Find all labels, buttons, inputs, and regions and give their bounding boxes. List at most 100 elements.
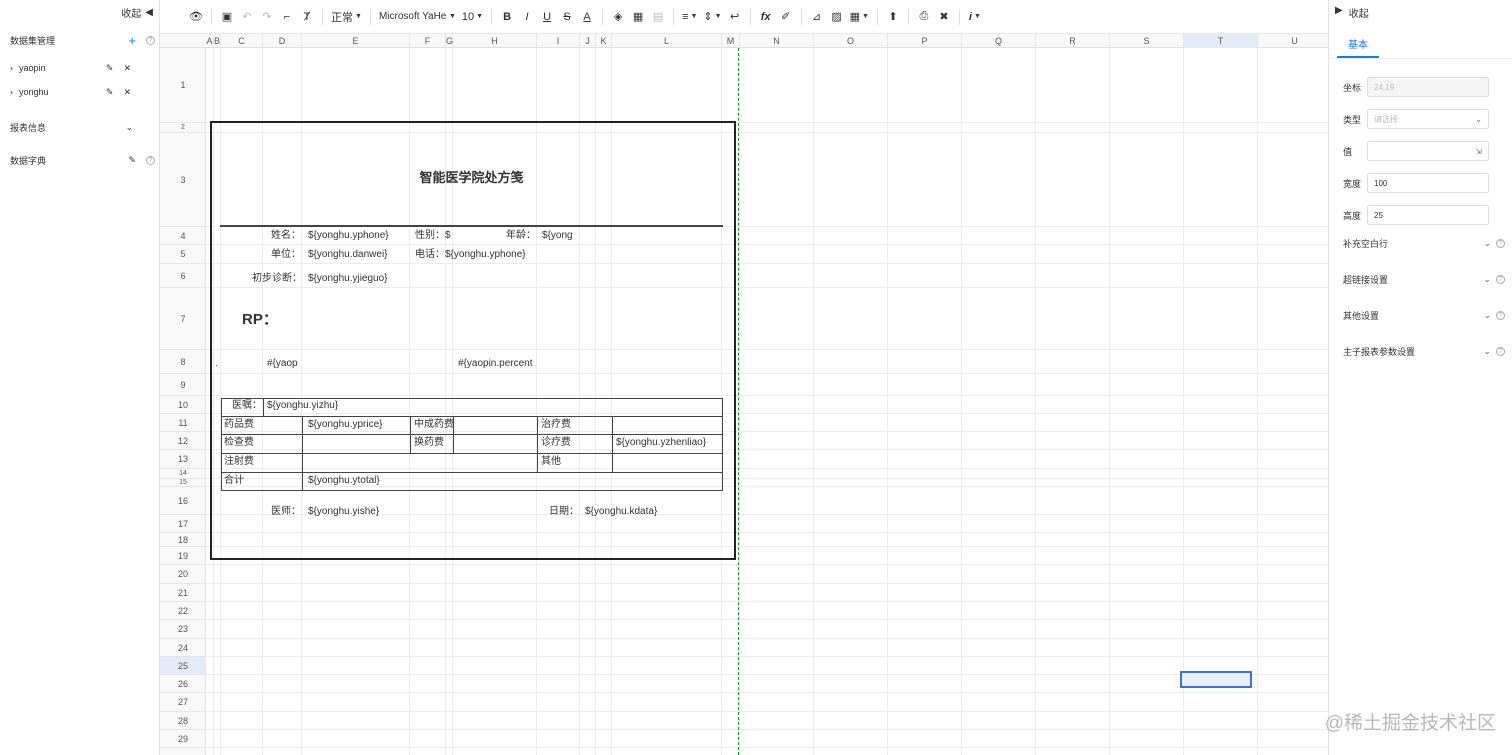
column-header-k[interactable]: K xyxy=(596,34,612,48)
name-value[interactable]: ${yonghu.yphone} xyxy=(308,230,389,242)
row-header-24[interactable]: 24 xyxy=(160,639,206,657)
section-fill-blank-rows[interactable]: 补充空白行 ⌄? xyxy=(1343,235,1505,251)
undo-icon[interactable]: ↶ xyxy=(237,6,257,28)
column-header-i[interactable]: I xyxy=(537,34,580,48)
doctor-value[interactable]: ${yonghu.yishe} xyxy=(308,506,379,518)
other-fee-label[interactable]: 其他 xyxy=(541,456,561,468)
help-icon[interactable]: ? xyxy=(1496,238,1505,248)
row-header-3[interactable]: 3 xyxy=(160,133,206,227)
advice-value[interactable]: ${yonghu.yizhu} xyxy=(267,400,338,412)
report-title[interactable]: 智能医学院处方笺 xyxy=(220,171,723,184)
barcode-icon[interactable]: ✐ xyxy=(776,6,796,28)
image-icon[interactable]: ▨ xyxy=(827,6,847,28)
unit-label[interactable]: 单位： xyxy=(271,249,301,261)
column-header-t[interactable]: T xyxy=(1184,34,1258,48)
section-other-settings[interactable]: 其他设置 ⌄? xyxy=(1343,307,1505,323)
function-icon[interactable]: fx xyxy=(756,6,776,28)
row-header-25[interactable]: 25 xyxy=(160,657,206,675)
column-header-e[interactable]: E xyxy=(302,34,410,48)
row-header-18[interactable]: 18 xyxy=(160,533,206,547)
column-header-a[interactable]: A xyxy=(206,34,214,48)
column-header-d[interactable]: D xyxy=(263,34,302,48)
help-icon[interactable]: ? xyxy=(1496,274,1505,284)
format-painter-icon[interactable]: ⌐ xyxy=(277,6,297,28)
column-header-c[interactable]: C xyxy=(221,34,263,48)
type-select[interactable]: 请选择 ⌄ xyxy=(1367,109,1489,129)
dressing-fee-label[interactable]: 换药费 xyxy=(414,437,444,449)
save-icon[interactable]: ▣ xyxy=(217,6,237,28)
rp-label[interactable]: RP： xyxy=(242,312,278,328)
column-header-u[interactable]: U xyxy=(1258,34,1332,48)
add-icon[interactable]: + xyxy=(128,33,136,48)
row-header-20[interactable]: 20 xyxy=(160,565,206,584)
row-header-21[interactable]: 21 xyxy=(160,584,206,602)
treat-fee-label[interactable]: 治疗费 xyxy=(541,419,571,431)
close-icon[interactable]: ✕ xyxy=(123,87,131,98)
medicine-percent[interactable]: #{yaopin.percent xyxy=(458,358,533,370)
herb-fee-label[interactable]: 中成药费 xyxy=(414,419,454,431)
tab-basic[interactable]: 基本 xyxy=(1337,36,1379,58)
style-select[interactable]: 正常 ▼ xyxy=(328,6,365,28)
row-header-17[interactable]: 17 xyxy=(160,515,206,533)
merge-cells-icon[interactable]: ▤ xyxy=(648,6,668,28)
date-value[interactable]: ${yonghu.kdata} xyxy=(585,506,657,518)
dataset-item-yaopin[interactable]: › yaopin ✎ ✕ xyxy=(10,58,155,78)
column-header-n[interactable]: N xyxy=(740,34,814,48)
section-hyperlink[interactable]: 超链接设置 ⌄? xyxy=(1343,271,1505,287)
align-vertical-icon[interactable]: ⇕ ▼ xyxy=(700,6,724,28)
edit-icon[interactable]: ✎ xyxy=(106,63,114,74)
check-fee-label[interactable]: 检查费 xyxy=(224,437,254,449)
row-header-6[interactable]: 6 xyxy=(160,264,206,288)
report-info-section[interactable]: 报表信息 ⌄ xyxy=(10,117,155,137)
row-header-15[interactable]: 15 xyxy=(160,479,206,487)
expand-icon[interactable]: ⇲ xyxy=(1475,147,1482,156)
dictionary-section[interactable]: 数据字典 ✎ ? xyxy=(10,150,155,170)
border-icon[interactable]: ▦ xyxy=(628,6,648,28)
consult-fee-value[interactable]: ${yonghu.yzhenliao} xyxy=(616,437,706,449)
column-header-p[interactable]: P xyxy=(888,34,962,48)
row-header-23[interactable]: 23 xyxy=(160,620,206,639)
row-header-28[interactable]: 28 xyxy=(160,712,206,730)
column-header-j[interactable]: J xyxy=(580,34,596,48)
close-icon[interactable]: ✕ xyxy=(123,63,131,74)
font-select[interactable]: Microsoft YaHei ▼ xyxy=(376,6,459,28)
print-icon[interactable]: ⎙ xyxy=(914,6,934,28)
date-label[interactable]: 日期： xyxy=(549,506,579,518)
font-color-icon[interactable]: A xyxy=(577,6,597,28)
gender-value[interactable]: $ xyxy=(445,230,451,242)
row-header-2[interactable]: 2 xyxy=(160,123,206,133)
diagnosis-value[interactable]: ${yonghu.yjieguo} xyxy=(308,273,388,285)
bold-icon[interactable]: B xyxy=(497,6,517,28)
row-header-22[interactable]: 22 xyxy=(160,602,206,620)
italic-icon[interactable]: I xyxy=(517,6,537,28)
row-header-10[interactable]: 10 xyxy=(160,396,206,414)
column-header-f[interactable]: F xyxy=(410,34,446,48)
coord-field[interactable]: 24,19 xyxy=(1367,77,1489,97)
row-header-1[interactable]: 1 xyxy=(160,48,206,123)
row-header-12[interactable]: 12 xyxy=(160,432,206,450)
advice-label[interactable]: 医嘱： xyxy=(232,400,262,412)
drug-fee-value[interactable]: ${yonghu.yprice} xyxy=(308,419,383,431)
consult-fee-label[interactable]: 诊疗费 xyxy=(541,437,571,449)
unit-value[interactable]: ${yonghu.danwei} xyxy=(308,249,388,261)
spreadsheet-grid[interactable]: 智能医学院处方笺 姓名： ${yonghu.yphone} 性别： $ 年龄： … xyxy=(206,48,1328,755)
drug-fee-label[interactable]: 药品费 xyxy=(224,419,254,431)
row-header-14[interactable]: 14 xyxy=(160,469,206,479)
row-header-7[interactable]: 7 xyxy=(160,288,206,350)
row-header-8[interactable]: 8 xyxy=(160,350,206,374)
wrap-text-icon[interactable]: ↩ xyxy=(725,6,745,28)
column-header-r[interactable]: R xyxy=(1036,34,1110,48)
total-value[interactable]: ${yonghu.ytotal} xyxy=(308,475,380,487)
selected-cell[interactable] xyxy=(1180,671,1252,688)
column-header-q[interactable]: Q xyxy=(962,34,1036,48)
column-header-o[interactable]: O xyxy=(814,34,888,48)
column-header-b[interactable]: B xyxy=(214,34,221,48)
row-header-26[interactable]: 26 xyxy=(160,675,206,693)
help-icon[interactable]: ? xyxy=(1496,346,1505,356)
help-icon[interactable]: ? xyxy=(146,35,155,45)
edit-icon[interactable]: ✎ xyxy=(128,155,136,166)
column-header-l[interactable]: L xyxy=(612,34,722,48)
edit-icon[interactable]: ✎ xyxy=(106,87,114,98)
column-header-h[interactable]: H xyxy=(453,34,537,48)
row-header-13[interactable]: 13 xyxy=(160,450,206,469)
